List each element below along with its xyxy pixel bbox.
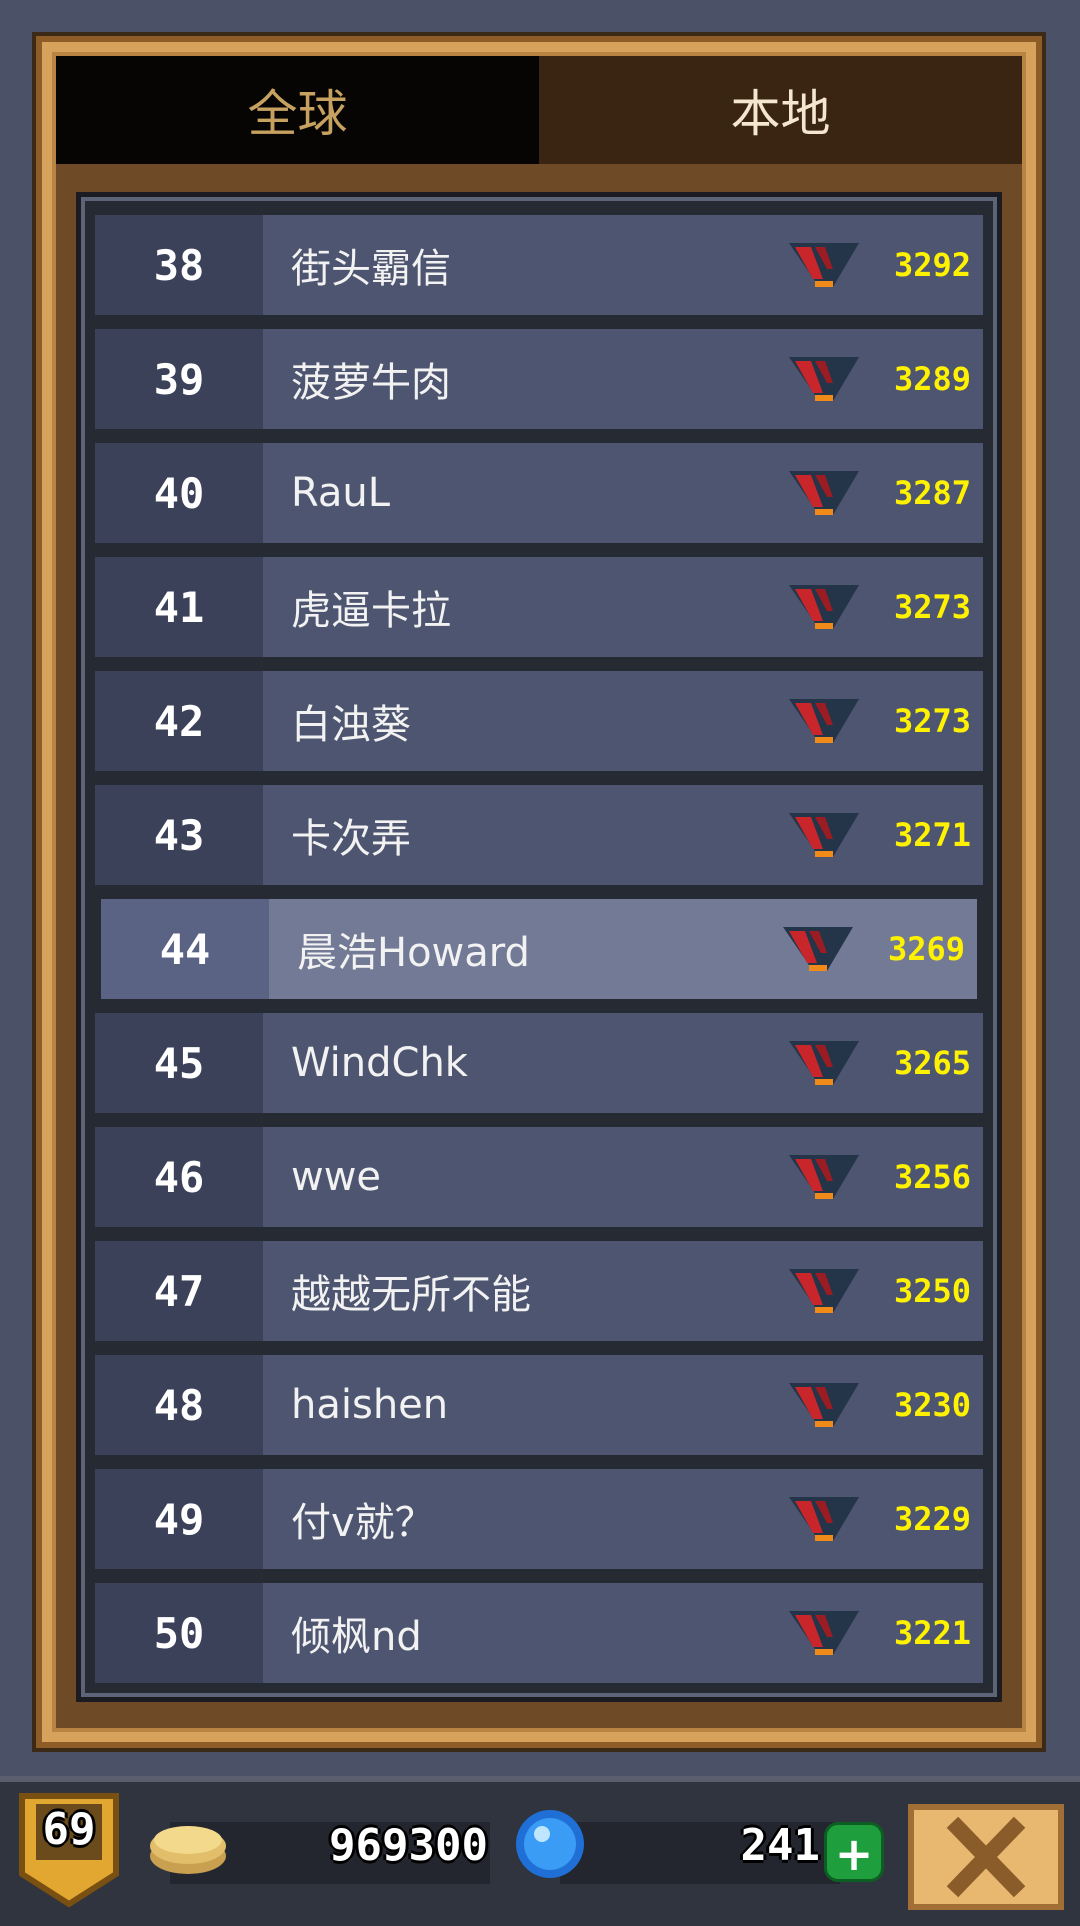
tab-local[interactable]: 本地 xyxy=(539,56,1022,164)
rank-number: 44 xyxy=(101,899,269,999)
leaderboard-row[interactable]: 38 街头霸信 3292 xyxy=(95,215,983,315)
player-name: wwe xyxy=(291,1154,382,1200)
score-value: 3250 xyxy=(893,1272,971,1310)
score-value: 3273 xyxy=(893,588,971,626)
rank-number: 39 xyxy=(95,329,263,429)
tab-global[interactable]: 全球 xyxy=(56,56,539,164)
trophy-icon xyxy=(783,927,853,971)
rank-number: 46 xyxy=(95,1127,263,1227)
score-value: 3265 xyxy=(893,1044,971,1082)
rank-number: 43 xyxy=(95,785,263,885)
score-value: 3271 xyxy=(893,816,971,854)
leaderboard-row[interactable]: 50 倾枫nd 3221 xyxy=(95,1583,983,1683)
score-value: 3269 xyxy=(887,930,965,968)
score-value: 3273 xyxy=(893,702,971,740)
trophy-icon xyxy=(789,1611,859,1655)
leaderboard-row[interactable]: 49 付v就？ 3229 xyxy=(95,1469,983,1569)
coin-amount: 969300 xyxy=(329,1820,488,1871)
rank-number: 41 xyxy=(95,557,263,657)
rank-number: 47 xyxy=(95,1241,263,1341)
leaderboard-row[interactable]: 41 虎逼卡拉 3273 xyxy=(95,557,983,657)
trophy-icon xyxy=(789,1497,859,1541)
trophy-icon xyxy=(789,243,859,287)
rank-number: 38 xyxy=(95,215,263,315)
close-button[interactable] xyxy=(908,1804,1064,1910)
player-name: 虎逼卡拉 xyxy=(291,588,451,634)
trophy-icon xyxy=(789,1041,859,1085)
score-value: 3229 xyxy=(893,1500,971,1538)
leaderboard-frame: 全球 本地 38 街头霸信 3292 39 菠萝牛肉 3289 40 RauL 3287 41 虎逼… xyxy=(36,36,1042,1748)
leaderboard-row[interactable]: 43 卡次弄 3271 xyxy=(95,785,983,885)
leaderboard-row[interactable]: 44 晨浩Howard 3269 xyxy=(101,899,977,999)
rank-number: 50 xyxy=(95,1583,263,1683)
trophy-icon xyxy=(789,1383,859,1427)
leaderboard-row[interactable]: 48 haishen 3230 xyxy=(95,1355,983,1455)
blue-gem-icon xyxy=(516,1810,584,1878)
score-value: 3287 xyxy=(893,474,971,512)
ranking-list-panel: 38 街头霸信 3292 39 菠萝牛肉 3289 40 RauL 3287 41 虎逼卡拉 3273… xyxy=(76,192,1002,1702)
player-name: 白浊葵 xyxy=(291,702,411,748)
close-icon xyxy=(946,1816,1026,1898)
player-name: WindChk xyxy=(291,1040,468,1086)
player-name: 晨浩Howard xyxy=(297,930,530,976)
tab-bar: 全球 本地 xyxy=(56,56,1022,164)
player-level: 69 xyxy=(42,1804,96,1855)
player-name: RauL xyxy=(291,470,391,516)
leaderboard-row[interactable]: 42 白浊葵 3273 xyxy=(95,671,983,771)
trophy-icon xyxy=(789,357,859,401)
trophy-icon xyxy=(789,471,859,515)
player-name: 倾枫nd xyxy=(291,1614,422,1660)
leaderboard-row[interactable]: 46 wwe 3256 xyxy=(95,1127,983,1227)
leaderboard-row[interactable]: 47 越越无所不能 3250 xyxy=(95,1241,983,1341)
player-name: haishen xyxy=(291,1382,449,1428)
leaderboard-panel: 全球 本地 38 街头霸信 3292 39 菠萝牛肉 3289 40 RauL 3287 41 虎逼… xyxy=(52,52,1026,1732)
bottom-status-bar: 69 969300 241 + xyxy=(0,1776,1080,1926)
player-name: 卡次弄 xyxy=(291,816,411,862)
coin-stack-icon xyxy=(150,1826,226,1874)
plus-icon: + xyxy=(834,1827,874,1881)
leaderboard-row[interactable]: 39 菠萝牛肉 3289 xyxy=(95,329,983,429)
trophy-icon xyxy=(789,813,859,857)
trophy-icon xyxy=(789,699,859,743)
add-gems-button[interactable]: + xyxy=(824,1822,884,1882)
rank-number: 45 xyxy=(95,1013,263,1113)
player-name: 街头霸信 xyxy=(291,246,451,292)
rank-number: 42 xyxy=(95,671,263,771)
leaderboard-row[interactable]: 45 WindChk 3265 xyxy=(95,1013,983,1113)
rank-number: 49 xyxy=(95,1469,263,1569)
player-name: 付v就？ xyxy=(291,1500,435,1546)
leaderboard-row[interactable]: 40 RauL 3287 xyxy=(95,443,983,543)
score-value: 3256 xyxy=(893,1158,971,1196)
player-name: 菠萝牛肉 xyxy=(291,360,451,406)
gem-amount: 241 xyxy=(740,1820,820,1871)
trophy-icon xyxy=(789,1155,859,1199)
trophy-icon xyxy=(789,1269,859,1313)
score-value: 3292 xyxy=(893,246,971,284)
trophy-icon xyxy=(789,585,859,629)
score-value: 3289 xyxy=(893,360,971,398)
score-value: 3221 xyxy=(893,1614,971,1652)
rank-number: 48 xyxy=(95,1355,263,1455)
rank-number: 40 xyxy=(95,443,263,543)
score-value: 3230 xyxy=(893,1386,971,1424)
ranking-list[interactable]: 38 街头霸信 3292 39 菠萝牛肉 3289 40 RauL 3287 41 虎逼卡拉 3273… xyxy=(95,211,983,1683)
player-name: 越越无所不能 xyxy=(291,1272,531,1318)
